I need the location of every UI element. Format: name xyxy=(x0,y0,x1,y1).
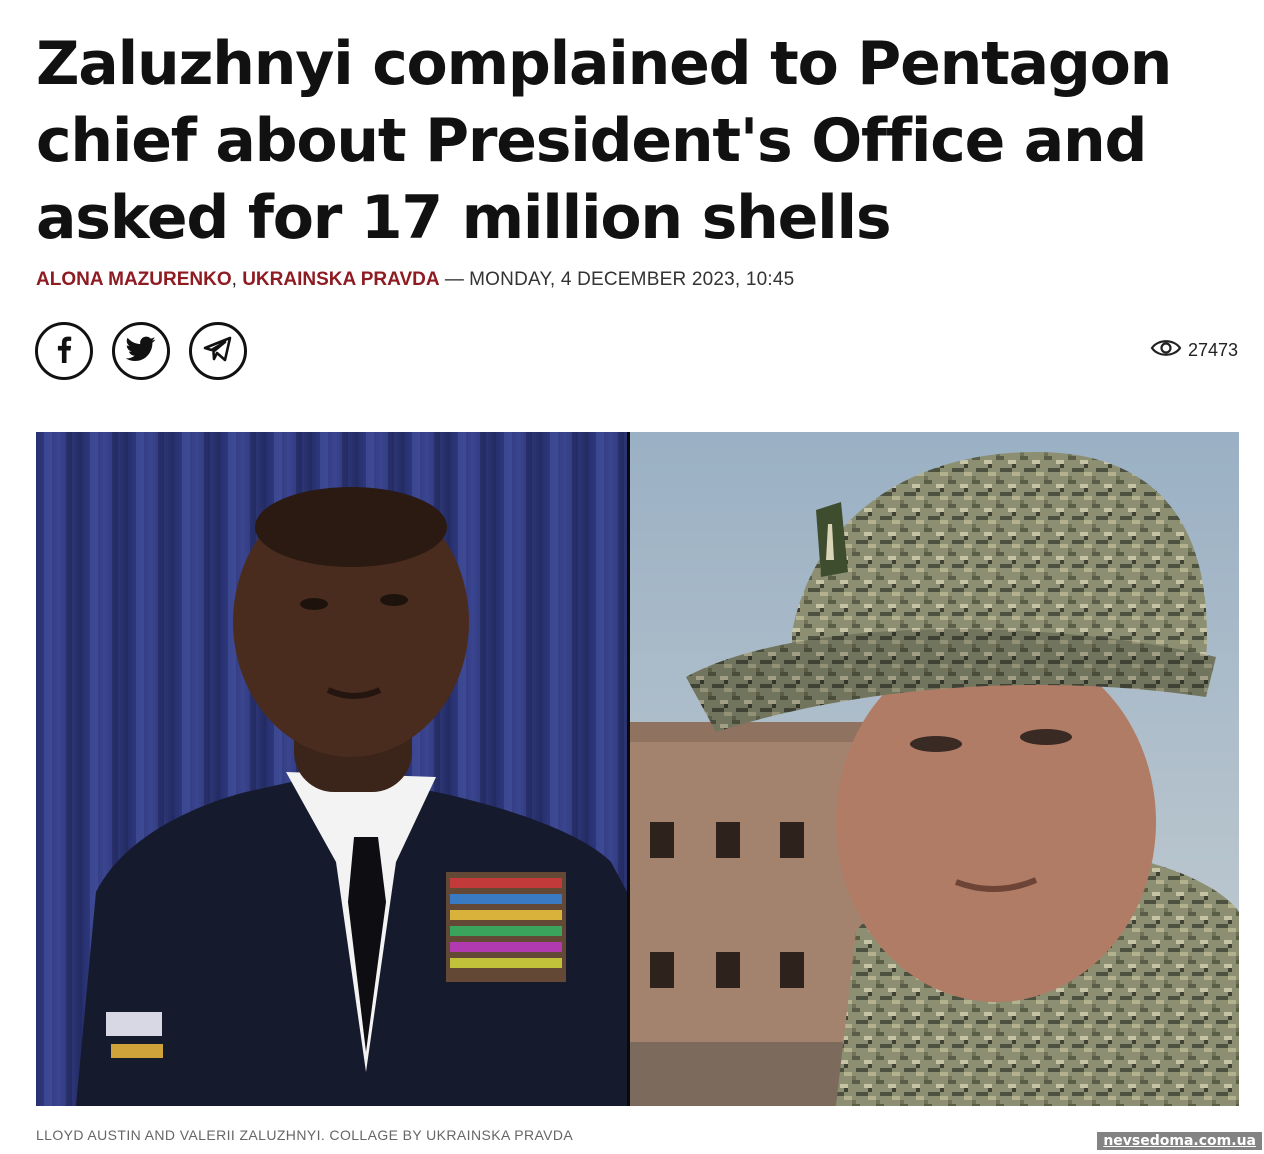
facebook-share-button[interactable] xyxy=(35,322,93,380)
publish-date: MONDAY, 4 DECEMBER 2023, 10:45 xyxy=(469,269,795,290)
twitter-share-button[interactable] xyxy=(112,322,170,380)
telegram-icon xyxy=(203,336,233,366)
article-photo xyxy=(36,432,1239,1106)
byline-separator: — xyxy=(439,269,470,290)
facebook-icon xyxy=(51,334,77,368)
site-watermark: nevsedoma.com.ua xyxy=(1097,1132,1262,1150)
twitter-icon xyxy=(125,336,156,366)
share-buttons xyxy=(35,322,247,380)
eye-icon xyxy=(1150,338,1182,363)
byline: ALONA MAZURENKO, UKRAINSKA PRAVDA — MOND… xyxy=(36,266,794,294)
view-count: 27473 xyxy=(1187,340,1238,360)
photo-caption: LLOYD AUSTIN AND VALERII ZALUZHNYI. COLL… xyxy=(36,1127,574,1143)
byline-comma: , xyxy=(231,269,237,290)
author-link[interactable]: ALONA MAZURENKO xyxy=(36,269,232,290)
telegram-share-button[interactable] xyxy=(189,322,247,380)
publisher-link[interactable]: UKRAINSKA PRAVDA xyxy=(242,269,439,290)
article-title: Zaluzhnyi complained to Pentagon chief a… xyxy=(36,29,1172,253)
view-counter: 27473 xyxy=(1150,338,1238,363)
